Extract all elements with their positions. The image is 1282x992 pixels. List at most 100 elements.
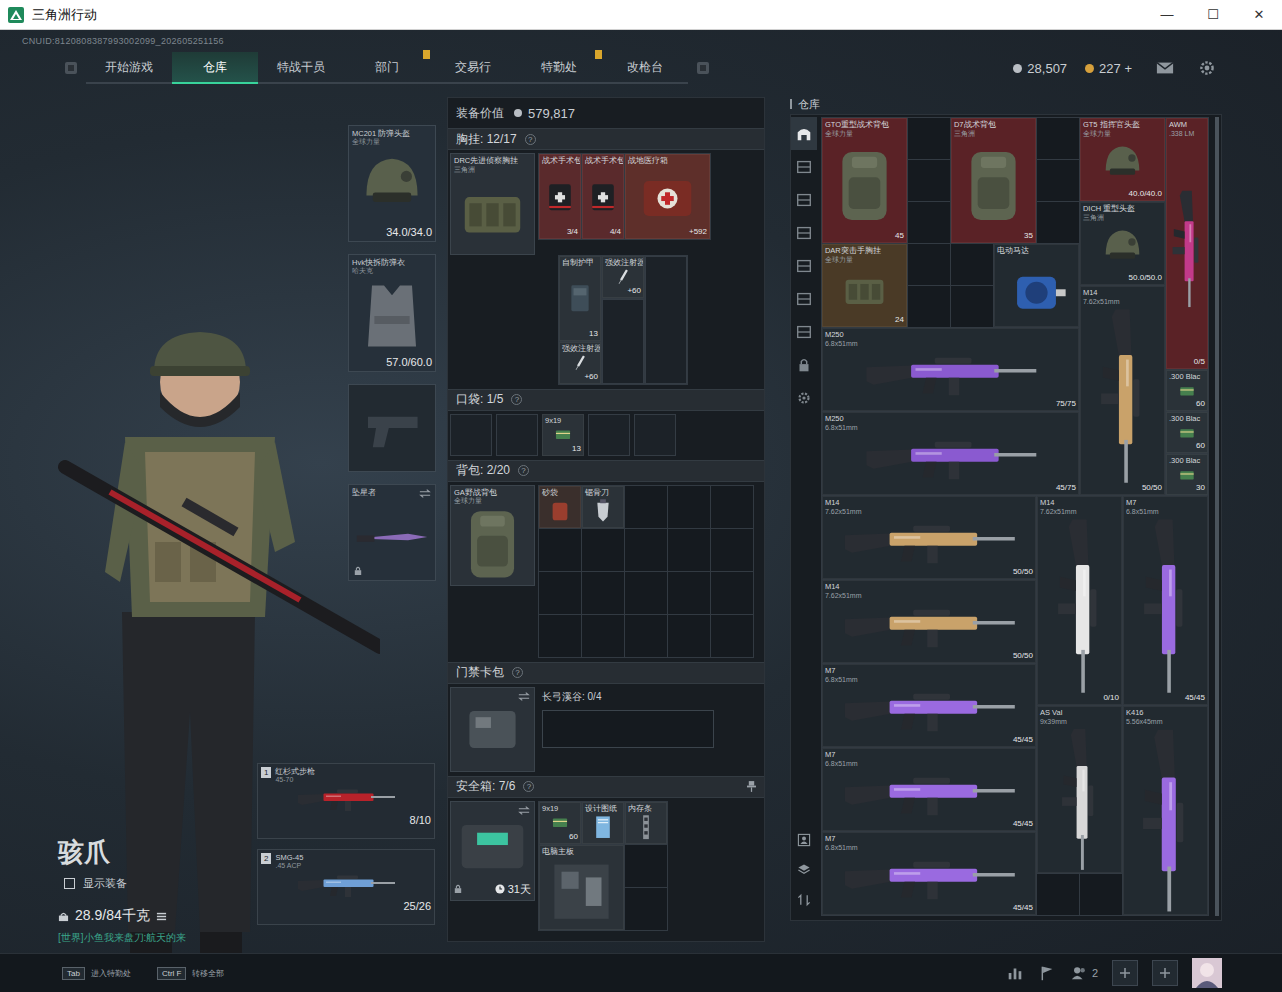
sort-icon[interactable] xyxy=(796,892,812,908)
help-button[interactable]: ? xyxy=(512,667,523,678)
pin-icon[interactable] xyxy=(747,781,756,792)
help-button[interactable]: ? xyxy=(511,394,522,405)
show-equipment-toggle[interactable]: 显示装备 xyxy=(64,876,186,891)
inventory-item[interactable]: M14 7.62x51mm 50/50 xyxy=(822,496,1036,579)
inventory-item[interactable]: GTO重型战术背包 全球力量 45 xyxy=(822,118,907,243)
scrollbar[interactable] xyxy=(1215,117,1219,916)
avatar-icon[interactable] xyxy=(1192,958,1222,988)
nav-tab[interactable]: 特战干员 xyxy=(258,52,344,84)
warehouse-tab[interactable] xyxy=(791,315,817,348)
inventory-item[interactable]: DICH 重型头盔 三角洲 50.0/50.0 xyxy=(1080,202,1165,285)
add-slot-icon[interactable] xyxy=(1112,960,1138,986)
nav-tab[interactable]: 开始游戏 xyxy=(86,52,172,84)
empty-slot[interactable] xyxy=(588,414,630,456)
nav-tab[interactable]: 特勤处 xyxy=(516,52,602,84)
chest-rig-card[interactable]: DRC先进侦察胸挂 三角洲 xyxy=(450,153,535,255)
scrollbar-thumb[interactable] xyxy=(1215,117,1219,916)
empty-slot[interactable] xyxy=(645,256,687,384)
currency[interactable]: 227 + xyxy=(1085,61,1132,76)
inventory-item[interactable]: 强效注射器 +60 xyxy=(559,342,601,384)
gear-slot[interactable]: 坠星者 xyxy=(348,484,436,581)
add-slot-icon[interactable] xyxy=(1152,960,1178,986)
warehouse-tab[interactable] xyxy=(791,183,817,216)
warehouse-tab[interactable] xyxy=(791,249,817,282)
inventory-item[interactable]: 砂袋 xyxy=(539,486,581,528)
nav-tab[interactable]: 交易行 xyxy=(430,52,516,84)
layers-icon[interactable] xyxy=(796,862,812,878)
nav-tab[interactable]: 仓库 xyxy=(172,52,258,84)
inventory-item[interactable]: 电脑主板 xyxy=(539,845,624,930)
inventory-item[interactable]: AS Val 9x39mm xyxy=(1037,706,1122,873)
inventory-item[interactable]: M250 6.8x51mm 45/75 xyxy=(822,412,1079,495)
nav-tab[interactable]: 部门 xyxy=(344,52,430,84)
inventory-item[interactable]: 9x19 60 xyxy=(539,802,581,844)
warehouse-tab[interactable] xyxy=(791,348,817,381)
window-control-button[interactable]: — xyxy=(1144,0,1190,29)
inventory-item[interactable]: 锯骨刀 xyxy=(582,486,624,528)
inventory-item[interactable]: 战术手术包 3/4 xyxy=(539,154,581,239)
settings-gear-icon[interactable] xyxy=(1198,60,1216,76)
checkbox[interactable] xyxy=(64,878,75,889)
inventory-item[interactable]: 电动马达 xyxy=(994,244,1079,327)
inventory-item[interactable]: .300 Blac 60 xyxy=(1166,370,1208,411)
inventory-item[interactable]: .300 Blac 30 xyxy=(1166,454,1208,495)
swap-icon[interactable] xyxy=(419,489,431,498)
mail-icon[interactable] xyxy=(1156,60,1174,76)
currency[interactable]: 28,507 xyxy=(1013,61,1067,76)
swap-icon[interactable] xyxy=(518,806,530,815)
weapon-slot[interactable]: 2 SMG-45 .45 ACP 25/26 xyxy=(257,849,435,925)
hotkey[interactable]: Ctrl F 转移全部 xyxy=(157,967,225,980)
inventory-item[interactable]: M14 7.62x51mm 0/10 xyxy=(1037,496,1122,705)
inventory-item[interactable]: D7战术背包 三角洲 35 xyxy=(951,118,1036,243)
inventory-item[interactable]: M7 6.8x51mm 45/45 xyxy=(822,664,1036,747)
next-tab-key-icon[interactable] xyxy=(696,61,710,75)
inventory-item[interactable]: 战地医疗箱 +592 xyxy=(625,154,710,239)
list-icon[interactable] xyxy=(156,911,167,922)
inventory-item[interactable]: .300 Blac 60 xyxy=(1166,412,1208,453)
inventory-item[interactable]: 内存条 xyxy=(625,802,667,844)
keycard-holder-card[interactable] xyxy=(450,687,535,772)
inventory-item[interactable]: 战术手术包 4/4 xyxy=(582,154,624,239)
person-icon[interactable] xyxy=(796,832,812,848)
window-control-button[interactable]: ✕ xyxy=(1236,0,1282,29)
inventory-item[interactable]: 自制护甲 13 xyxy=(559,256,601,341)
inventory-item[interactable]: 9x19 13 xyxy=(542,414,584,456)
flag-icon[interactable] xyxy=(1038,964,1056,982)
warehouse-tab[interactable] xyxy=(791,282,817,315)
warehouse-tab[interactable] xyxy=(791,216,817,249)
inventory-item[interactable]: K416 5.56x45mm xyxy=(1123,706,1208,915)
inventory-item[interactable]: 强效注射器 +60 xyxy=(602,256,644,298)
prev-tab-key-icon[interactable] xyxy=(64,61,78,75)
weapon-slot[interactable]: 1 红杉式步枪 45-70 8/10 xyxy=(257,763,435,839)
inventory-item[interactable]: M7 6.8x51mm 45/45 xyxy=(1123,496,1208,705)
keycard-slot[interactable] xyxy=(542,710,714,748)
friends-button[interactable]: 2 xyxy=(1070,964,1098,982)
inventory-item[interactable]: M7 6.8x51mm 45/45 xyxy=(822,832,1036,915)
empty-slot[interactable] xyxy=(496,414,538,456)
help-button[interactable]: ? xyxy=(525,134,536,145)
inventory-item[interactable]: M14 7.62x51mm 50/50 xyxy=(1080,286,1165,495)
window-control-button[interactable]: ☐ xyxy=(1190,0,1236,29)
inventory-item[interactable]: GT5 指挥官头盔 全球力量 40.0/40.0 xyxy=(1080,118,1165,201)
help-button[interactable]: ? xyxy=(523,781,534,792)
inventory-item[interactable]: M250 6.8x51mm 75/75 xyxy=(822,328,1079,411)
nav-tab[interactable]: 改枪台 xyxy=(602,52,688,84)
inventory-item[interactable]: AWM .338 LM 0/5 xyxy=(1166,118,1208,369)
gear-slot[interactable] xyxy=(348,384,436,472)
gear-slot[interactable]: Hvk快拆防弹衣 哈夫克 57.0/60.0 xyxy=(348,254,436,371)
gear-slot[interactable]: MC201 防弹头盔 全球力量 34.0/34.0 xyxy=(348,125,436,242)
backpack-card[interactable]: GA野战背包 全球力量 xyxy=(450,485,535,587)
empty-slot[interactable] xyxy=(450,414,492,456)
inventory-item[interactable]: 设计图纸 xyxy=(582,802,624,844)
warehouse-tab[interactable] xyxy=(791,150,817,183)
help-button[interactable]: ? xyxy=(518,465,529,476)
inventory-item[interactable]: DAR突击手胸挂 全球力量 24 xyxy=(822,244,907,327)
inventory-item[interactable]: M14 7.62x51mm 50/50 xyxy=(822,580,1036,663)
warehouse-tab[interactable] xyxy=(791,117,817,150)
empty-slot[interactable] xyxy=(602,299,644,384)
safebox-card[interactable]: 31天 xyxy=(450,801,535,901)
hotkey[interactable]: Tab 进入特勤处 xyxy=(62,967,131,980)
empty-slot[interactable] xyxy=(634,414,676,456)
swap-icon[interactable] xyxy=(518,692,530,701)
warehouse-tab[interactable] xyxy=(791,381,817,414)
